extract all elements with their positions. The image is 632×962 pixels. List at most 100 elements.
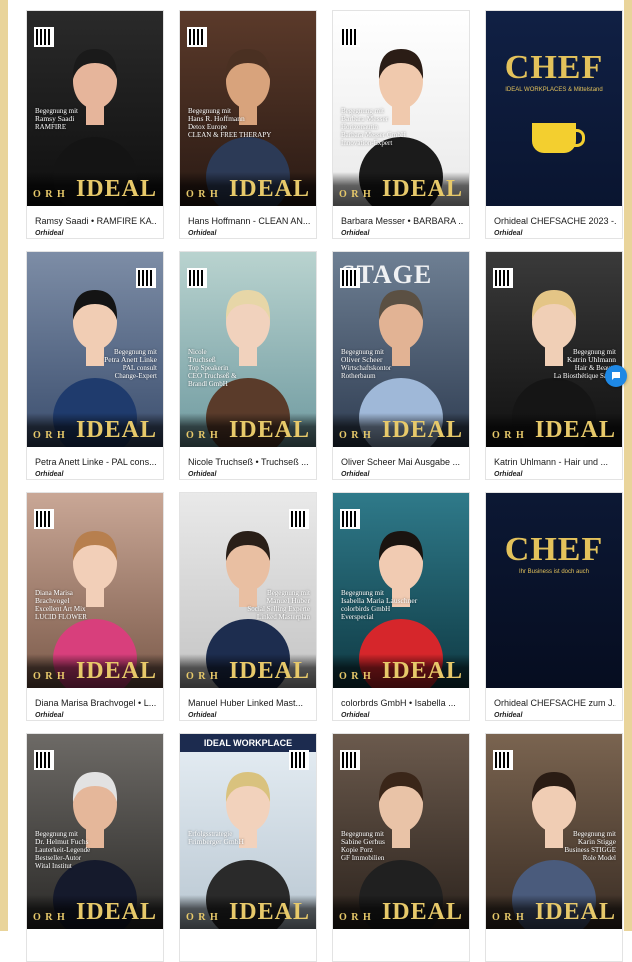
cover-headline-line: Lauterkeit-Legende [35, 846, 91, 854]
magazine-cover[interactable]: CHEF IDEAL WORKPLACES & Mittelstand [486, 11, 622, 206]
magazine-card[interactable]: Begegnung mit Dr. Helmut Fuchs Lauterkeit-… [26, 733, 164, 962]
magazine-title[interactable]: Barbara Messer • BARBARA ... [341, 216, 463, 226]
qr-code-icon [493, 750, 513, 770]
qr-code-icon [34, 27, 54, 47]
cover-headline-line: La Biosthétique Salon [553, 372, 616, 380]
magazine-card[interactable]: Begegnung mit Barbara Messer Horizonautin B… [332, 10, 470, 239]
cover-headline: Begegnung mit Petra Anett Linke PAL consul… [65, 348, 157, 380]
magazine-card[interactable]: Diana Marisa Brachvogel Excellent Art Mix L… [26, 492, 164, 721]
magazine-title[interactable]: Katrin Uhlmann - Hair und ... [494, 457, 616, 467]
cover-headline: Begegnung mit Isabella Maria Lauschner col… [341, 589, 433, 621]
cover-brand-logo: O R H IDEAL [492, 900, 616, 924]
cover-headline-line: Hair & Beauty [574, 364, 616, 372]
magazine-cover[interactable]: Begegnung mit Ramsy Saadi RAMFIRE O R H ID… [27, 11, 163, 206]
magazine-card[interactable]: CHEF IDEAL WORKPLACES & Mittelstand Orhide… [485, 10, 623, 239]
magazine-title[interactable]: Orhideal CHEFSACHE zum J... [494, 698, 616, 708]
magazine-cover[interactable]: IDEAL WORKPLACE Erfolgsstrategie Frimberge… [180, 734, 316, 929]
cover-headline: Nicole Truchseß Top Speakerin CEO Truchseß … [188, 348, 280, 388]
magazine-title[interactable]: Petra Anett Linke - PAL cons... [35, 457, 157, 467]
magazine-title[interactable]: Manuel Huber Linked Mast... [188, 698, 310, 708]
cover-brand-logo: O R H IDEAL [33, 418, 157, 442]
magazine-cover[interactable]: Begegnung mit Sabine Gerhus Kopie Porz GF I… [333, 734, 469, 929]
cover-chef-title: CHEF [504, 49, 604, 86]
magazine-cover[interactable]: CHEF Ihr Business ist doch auch [486, 493, 622, 688]
chat-button[interactable] [605, 365, 627, 387]
cover-headline-line: Manuel Huber [266, 596, 310, 605]
magazine-publisher: Orhideal [35, 230, 64, 237]
cover-headline-line: Truchseß [188, 355, 216, 364]
magazine-card[interactable]: Begegnung mit Manuel Huber Social Selling … [179, 492, 317, 721]
cover-headline-line: Excellent Art Mix [35, 605, 86, 613]
cover-headline-line: Sabine Gerhus [341, 837, 385, 846]
magazine-cover[interactable]: Begegnung mit Barbara Messer Horizonautin B… [333, 11, 469, 206]
cover-background [486, 493, 622, 688]
brand-orh: O R H [492, 430, 525, 441]
qr-code-icon [340, 750, 360, 770]
magazine-cover[interactable]: Begegnung mit Dr. Helmut Fuchs Lauterkeit-… [27, 734, 163, 929]
cover-headline-line: Rotherbaum [341, 372, 376, 380]
cup-icon [532, 123, 585, 153]
magazine-card[interactable]: Begegnung mit Hans R. Hoffmann Detox Europ… [179, 10, 317, 239]
cover-headline: Diana Marisa Brachvogel Excellent Art Mix L… [35, 589, 127, 621]
brand-orh: O R H [186, 912, 219, 923]
cover-background [486, 11, 622, 206]
magazine-cover[interactable]: Begegnung mit Manuel Huber Social Selling … [180, 493, 316, 688]
magazine-cover[interactable]: Begegnung mit Isabella Maria Lauschner col… [333, 493, 469, 688]
magazine-cover[interactable]: Begegnung mit Petra Anett Linke PAL consul… [27, 252, 163, 447]
cover-headline-line: Bestseller-Autor [35, 854, 82, 862]
cover-headline-line: Isabella Maria Lauschner [341, 596, 418, 605]
magazine-cover[interactable]: STAGE Begegnung mit Oliver Scheer Wirtschaf… [333, 252, 469, 447]
brand-ideal: IDEAL [381, 658, 463, 684]
magazine-card[interactable]: Begegnung mit Karin Stigge Business STIGGE… [485, 733, 623, 962]
brand-orh: O R H [33, 430, 66, 441]
magazine-cover[interactable]: Diana Marisa Brachvogel Excellent Art Mix L… [27, 493, 163, 688]
magazine-publisher: Orhideal [188, 230, 217, 237]
magazine-card[interactable]: Begegnung mit Petra Anett Linke PAL consul… [26, 251, 164, 480]
brand-ideal: IDEAL [534, 417, 616, 443]
cover-headline-line: Barbara Messer [341, 114, 389, 123]
cover-brand-logo: O R H IDEAL [339, 900, 463, 924]
magazine-publisher: Orhideal [35, 471, 64, 478]
brand-orh: O R H [492, 912, 525, 923]
magazine-publisher: Orhideal [35, 712, 64, 719]
cover-headline-line: Ramsy Saadi [35, 114, 75, 123]
magazine-cover[interactable]: Begegnung mit Karin Stigge Business STIGGE… [486, 734, 622, 929]
cover-headline-line: Business STIGGE [564, 846, 616, 854]
cover-headline: Begegnung mit Sabine Gerhus Kopie Porz GF I… [341, 830, 433, 862]
magazine-card[interactable]: Begegnung mit Isabella Maria Lauschner col… [332, 492, 470, 721]
qr-code-icon [187, 268, 207, 288]
magazine-title[interactable]: Hans Hoffmann - CLEAN AN... [188, 216, 310, 226]
brand-orh: O R H [186, 671, 219, 682]
magazine-publisher: Orhideal [188, 712, 217, 719]
magazine-card[interactable]: Begegnung mit Ramsy Saadi RAMFIRE O R H ID… [26, 10, 164, 239]
brand-ideal: IDEAL [228, 899, 310, 925]
magazine-title[interactable]: Nicole Truchseß • Truchseß ... [188, 457, 310, 467]
qr-code-icon [289, 509, 309, 529]
cover-headline-line: Wital Institut [35, 862, 72, 870]
cover-headline-line: Horizonautin [341, 123, 378, 131]
cover-headline: Begegnung mit Barbara Messer Horizonautin B… [341, 107, 433, 147]
magazine-card[interactable]: Begegnung mit Sabine Gerhus Kopie Porz GF I… [332, 733, 470, 962]
magazine-cover[interactable]: Begegnung mit Hans R. Hoffmann Detox Europ… [180, 11, 316, 206]
brand-ideal: IDEAL [75, 658, 157, 684]
magazine-card[interactable]: CHEF Ihr Business ist doch auch Orhideal C… [485, 492, 623, 721]
magazine-title[interactable]: Oliver Scheer Mai Ausgabe ... [341, 457, 463, 467]
magazine-title[interactable]: Orhideal CHEFSACHE 2023 -... [494, 216, 616, 226]
magazine-card[interactable]: Nicole Truchseß Top Speakerin CEO Truchseß … [179, 251, 317, 480]
cover-brand-logo: O R H IDEAL [186, 418, 310, 442]
cover-headline-line: Detox Europe [188, 123, 228, 131]
magazine-title[interactable]: Diana Marisa Brachvogel • L... [35, 698, 157, 708]
magazine-cover[interactable]: Nicole Truchseß Top Speakerin CEO Truchseß … [180, 252, 316, 447]
magazine-card[interactable]: Begegnung mit Katrin Uhlmann Hair & Beauty… [485, 251, 623, 480]
magazine-cover[interactable]: Begegnung mit Katrin Uhlmann Hair & Beauty… [486, 252, 622, 447]
magazine-card[interactable]: STAGE Begegnung mit Oliver Scheer Wirtschaf… [332, 251, 470, 480]
magazine-publisher: Orhideal [494, 230, 523, 237]
cover-brand-logo: O R H IDEAL [33, 900, 157, 924]
magazine-title[interactable]: Ramsy Saadi • RAMFIRE KA... [35, 216, 157, 226]
magazine-publisher: Orhideal [341, 230, 370, 237]
qr-code-icon [340, 27, 360, 47]
magazine-card[interactable]: IDEAL WORKPLACE Erfolgsstrategie Frimberge… [179, 733, 317, 962]
cover-headline-line: Brandl GmbH [188, 380, 228, 388]
magazine-title[interactable]: colorbrds GmbH • Isabella ... [341, 698, 463, 708]
cover-headline: Begegnung mit Karin Stigge Business STIGGE… [524, 830, 616, 862]
